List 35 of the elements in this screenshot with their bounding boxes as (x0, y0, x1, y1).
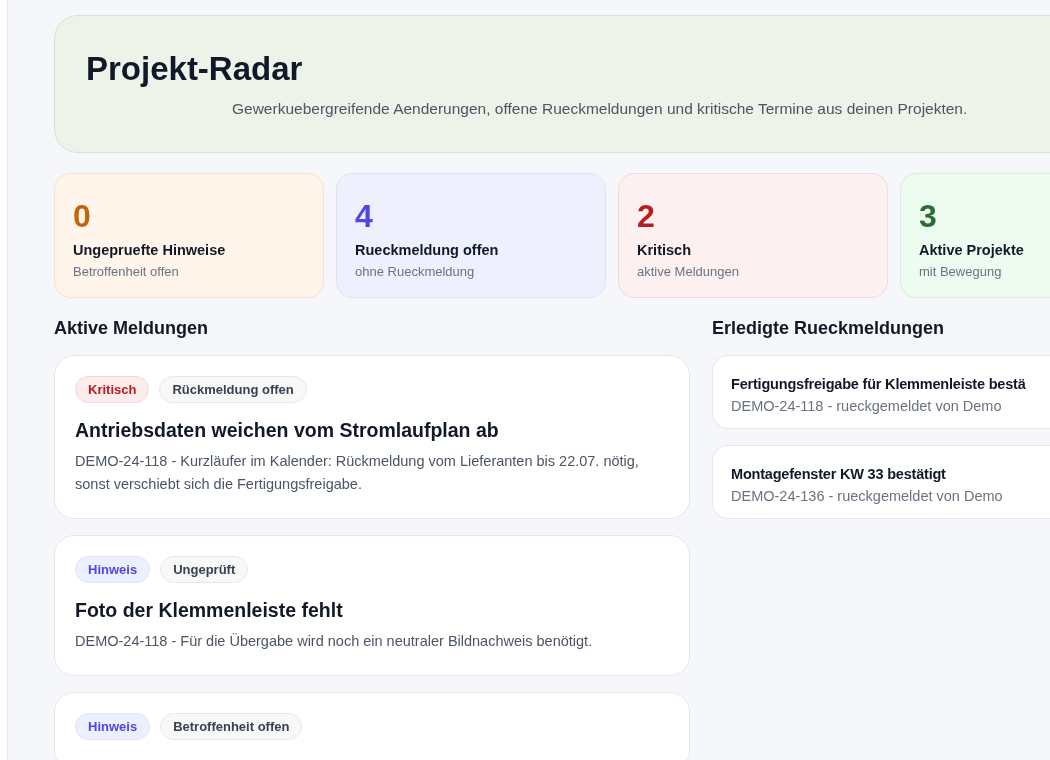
stat-label: Aktive Projekte (919, 242, 1025, 258)
stat-value: 0 (73, 197, 92, 236)
stat-label: Rueckmeldung offen (355, 242, 500, 258)
status-tag: Rückmeldung offen (159, 376, 307, 403)
feedback-text: DEMO-24-136 - rueckgemeldet von Demo (731, 488, 1004, 504)
stat-value: 3 (919, 197, 938, 236)
feedback-card[interactable]: Montagefenster KW 33 bestätigt DEMO-24-136 - rueckgemeldet von Demo (712, 445, 1050, 519)
stat-note: ohne Rueckmeldung (355, 264, 476, 279)
status-tag: Hinweis (75, 556, 151, 583)
message-title: Foto der Klemmenleiste fehlt (75, 599, 344, 622)
feedback-text: DEMO-24-118 - rueckgemeldet von Demo (731, 398, 1003, 414)
status-tag: Betroffenheit offen (160, 713, 303, 740)
section-heading: Aktive Meldungen (54, 318, 210, 339)
feedback-title: Fertigungsfreigabe für Klemmenleiste bestä (731, 376, 1027, 392)
message-card[interactable]: Kritisch Rückmeldung offen Antriebsdaten weichen vom Stromlaufplan ab DEMO-24-118 - Kurzläufer im Kalender: Rückmeldung vom Lieferanten bis 22.07. nötig, sonst verschiebt sich die Fertigungsfreigabe. (54, 355, 690, 519)
message-card[interactable]: Hinweis Ungeprüft Foto der Klemmenleiste fehlt DEMO-24-118 - Für die Übergabe wird noch ein neutraler Bildnachweis benötigt. (54, 535, 690, 676)
feedback-title: Montagefenster KW 33 bestätigt (731, 466, 947, 482)
message-text: DEMO-24-118 - Für die Übergabe wird noch ein neutraler Bildnachweis benötigt. (75, 632, 594, 651)
status-tag: Kritisch (75, 376, 150, 403)
section-heading: Erledigte Rueckmeldungen (712, 318, 946, 339)
stat-note: Betroffenheit offen (73, 264, 180, 279)
status-tag: Ungeprüft (160, 556, 249, 583)
page-subtitle: Gewerkuebergreifende Aenderungen, offene Rueckmeldungen und kritische Termine aus deinen Projekten. (232, 100, 969, 118)
status-tag: Hinweis (75, 713, 151, 740)
message-card[interactable]: Hinweis Betroffenheit offen (54, 692, 690, 760)
page-title: Projekt-Radar (86, 50, 304, 88)
feedback-card[interactable]: Fertigungsfreigabe für Klemmenleiste bestä DEMO-24-118 - rueckgemeldet von Demo (712, 355, 1050, 429)
stat-value: 2 (637, 197, 656, 236)
stat-value: 4 (355, 197, 374, 236)
stat-note: aktive Meldungen (637, 264, 740, 279)
message-title: Antriebsdaten weichen vom Stromlaufplan ab (75, 419, 500, 442)
stat-label: Kritisch (637, 242, 692, 258)
stat-note: mit Bewegung (919, 264, 1003, 279)
message-text: DEMO-24-118 - Kurzläufer im Kalender: Rückmeldung vom Lieferanten bis 22.07. nötig, sonst verschiebt sich die Fertigungsfreigabe. (75, 452, 640, 494)
stat-label: Ungepruefte Hinweise (73, 242, 227, 258)
